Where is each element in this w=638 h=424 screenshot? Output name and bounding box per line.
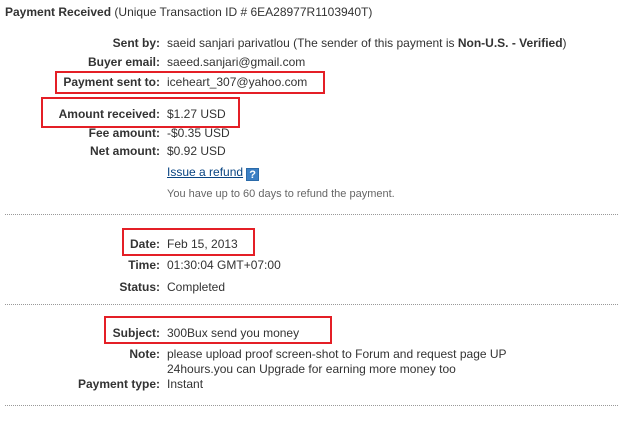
note-label: Note: bbox=[129, 347, 160, 361]
note-line-1: please upload proof screen-shot to Forum… bbox=[167, 347, 507, 361]
sender-name: saeid sanjari parivatlou bbox=[167, 36, 290, 50]
section-divider bbox=[5, 214, 618, 215]
time-label: Time: bbox=[128, 258, 160, 272]
section-divider bbox=[5, 405, 618, 406]
time-value: 01:30:04 GMT+07:00 bbox=[167, 258, 281, 272]
page-title: Payment Received bbox=[5, 5, 112, 19]
highlight-payment-sent-to bbox=[55, 71, 325, 94]
refund-row: Issue a refund? bbox=[167, 165, 260, 181]
transaction-header: Payment Received (Unique Transaction ID … bbox=[5, 5, 372, 19]
sender-note-suffix: ) bbox=[562, 36, 567, 50]
status-value: Completed bbox=[167, 280, 226, 294]
payment-type-label: Payment type: bbox=[77, 377, 160, 391]
fee-amount-label: Fee amount: bbox=[88, 126, 160, 140]
status-label: Status: bbox=[119, 280, 160, 294]
buyer-email-label: Buyer email: bbox=[87, 55, 160, 69]
buyer-email-value: saeed.sanjari@gmail.com bbox=[167, 55, 306, 69]
refund-note: You have up to 60 days to refund the pay… bbox=[167, 188, 395, 200]
issue-refund-link[interactable]: Issue a refund bbox=[167, 165, 243, 179]
transaction-id: (Unique Transaction ID # 6EA28977R110394… bbox=[114, 5, 373, 19]
net-amount-label: Net amount: bbox=[90, 144, 160, 158]
net-amount-value: $0.92 USD bbox=[167, 144, 226, 158]
sent-by-label: Sent by: bbox=[112, 36, 160, 50]
highlight-subject bbox=[104, 316, 332, 344]
payment-type-value: Instant bbox=[167, 377, 204, 391]
fee-amount-value: -$0.35 USD bbox=[167, 126, 230, 140]
note-line-2: 24hours.you can Upgrade for earning more… bbox=[167, 362, 456, 376]
help-icon[interactable]: ? bbox=[246, 168, 260, 181]
sender-note-prefix: (The sender of this payment is bbox=[293, 36, 455, 50]
section-divider bbox=[5, 304, 618, 305]
highlight-date bbox=[122, 228, 255, 256]
sent-by-value-row: saeid sanjari parivatlou (The sender of … bbox=[167, 36, 567, 50]
sender-status: Non-U.S. - Verified bbox=[457, 36, 563, 50]
highlight-amount-received bbox=[41, 97, 240, 128]
